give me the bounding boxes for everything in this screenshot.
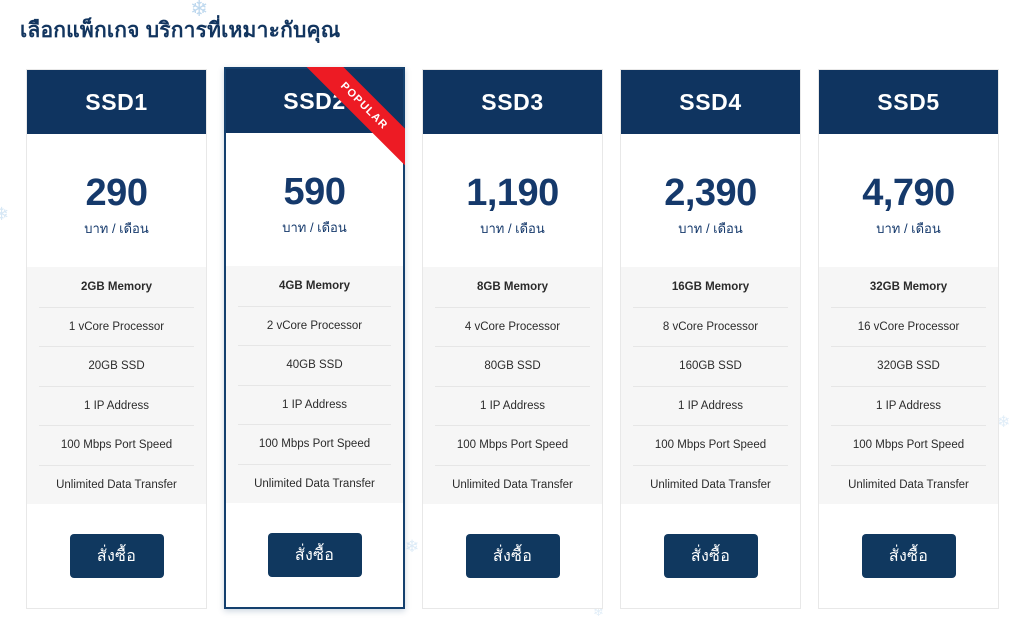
card-header: SSD1 — [27, 70, 206, 134]
feature-item: 8GB Memory — [477, 280, 548, 293]
price-amount: 4,790 — [862, 172, 955, 214]
plan-name: SSD1 — [85, 88, 148, 115]
card-header: SSD2 POPULAR — [226, 67, 405, 167]
card-header: SSD3 — [423, 70, 602, 134]
feature-item: 100 Mbps Port Speed — [633, 425, 788, 465]
feature-item: 1 IP Address — [435, 385, 590, 426]
feature-item: Unlimited Data Transfer — [39, 464, 194, 505]
ribbon-label: POPULAR — [338, 80, 390, 132]
buy-button[interactable]: สั่งซื้อ — [465, 534, 560, 578]
price-block: 290 บาท / เดือน — [27, 134, 206, 267]
feature-item: 320GB SSD — [831, 346, 986, 386]
feature-item: 80GB SSD — [435, 346, 590, 386]
feature-list: 16GB Memory 8 vCore Processor 160GB SSD 1 I… — [621, 267, 800, 504]
card-action-area: สั่งซื้อ — [423, 504, 602, 608]
price-unit: บาท / เดือน — [480, 221, 545, 236]
buy-button[interactable]: สั่งซื้อ — [663, 534, 758, 578]
page-title: เลือกแพ็กเกจ บริการที่เหมาะกับคุณ — [20, 19, 341, 42]
price-unit: บาท / เดือน — [678, 221, 743, 236]
feature-list: 32GB Memory 16 vCore Processor 320GB SSD 1 … — [819, 267, 998, 504]
price-block: 1,190 บาท / เดือน — [423, 134, 602, 267]
feature-item: 1 IP Address — [831, 385, 986, 426]
feature-item: Unlimited Data Transfer — [633, 464, 788, 505]
card-action-area: สั่งซื้อ — [226, 503, 403, 607]
feature-item: 100 Mbps Port Speed — [435, 425, 590, 465]
price-unit: บาท / เดือน — [876, 221, 941, 236]
feature-list: 4GB Memory 2 vCore Processor 40GB SSD 1 IP … — [226, 266, 403, 503]
feature-item: Unlimited Data Transfer — [435, 464, 590, 505]
feature-item: 1 IP Address — [238, 384, 391, 425]
price-amount: 1,190 — [466, 172, 559, 214]
card-header: SSD4 — [621, 70, 800, 134]
price-amount: 290 — [85, 172, 148, 214]
card-header: SSD5 — [819, 70, 998, 134]
feature-item: 100 Mbps Port Speed — [831, 425, 986, 465]
card-action-area: สั่งซื้อ — [27, 504, 206, 608]
feature-item: 100 Mbps Port Speed — [39, 425, 194, 465]
plan-name: SSD4 — [679, 88, 742, 115]
plan-name: SSD3 — [481, 88, 544, 115]
feature-item: 16 vCore Processor — [831, 306, 986, 347]
price-block: 2,390 บาท / เดือน — [621, 134, 800, 267]
price-block: 590 บาท / เดือน — [226, 133, 403, 266]
feature-list: 8GB Memory 4 vCore Processor 80GB SSD 1 IP … — [423, 267, 602, 504]
feature-item: 1 IP Address — [633, 385, 788, 426]
card-action-area: สั่งซื้อ — [621, 504, 800, 608]
pricing-card: SSD1 290 บาท / เดือน 2GB Memory 1 vCore Proc… — [26, 69, 207, 609]
feature-item: 1 IP Address — [39, 385, 194, 426]
feature-item: 2 vCore Processor — [238, 305, 391, 346]
feature-item: 20GB SSD — [39, 346, 194, 386]
feature-item: 8 vCore Processor — [633, 306, 788, 347]
price-amount: 590 — [283, 171, 346, 213]
pricing-card: SSD5 4,790 บาท / เดือน 32GB Memory 16 vCore … — [818, 69, 999, 609]
feature-item: 100 Mbps Port Speed — [238, 424, 391, 464]
pricing-card: SSD4 2,390 บาท / เดือน 16GB Memory 8 vCore P… — [620, 69, 801, 609]
feature-item: 4 vCore Processor — [435, 306, 590, 347]
plan-name: SSD5 — [877, 88, 940, 115]
feature-list: 2GB Memory 1 vCore Processor 20GB SSD 1 IP … — [27, 267, 206, 504]
pricing-card: SSD2 POPULAR 590 บาท / เดือน 4GB Memory 2 vCo… — [224, 67, 405, 609]
snowflake-icon: ❄ — [0, 204, 10, 224]
feature-item: 16GB Memory — [671, 280, 750, 293]
buy-button[interactable]: สั่งซื้อ — [267, 533, 362, 577]
feature-item: 1 vCore Processor — [39, 306, 194, 347]
card-action-area: สั่งซื้อ — [819, 504, 998, 608]
pricing-card: SSD3 1,190 บาท / เดือน 8GB Memory 4 vCore Pr… — [422, 69, 603, 609]
price-unit: บาท / เดือน — [282, 220, 347, 235]
feature-item: 4GB Memory — [279, 279, 350, 292]
pricing-plans-row: SSD1 290 บาท / เดือน 2GB Memory 1 vCore Proc… — [26, 67, 1016, 609]
plan-name: SSD2 — [283, 87, 346, 114]
feature-item: 160GB SSD — [633, 346, 788, 386]
price-amount: 2,390 — [664, 172, 757, 214]
buy-button[interactable]: สั่งซื้อ — [861, 534, 956, 578]
buy-button[interactable]: สั่งซื้อ — [69, 534, 164, 578]
feature-item: 32GB Memory — [869, 280, 948, 293]
feature-item: 40GB SSD — [238, 345, 391, 385]
feature-item: Unlimited Data Transfer — [238, 463, 391, 504]
feature-item: 2GB Memory — [81, 280, 152, 293]
feature-item: Unlimited Data Transfer — [831, 464, 986, 505]
price-block: 4,790 บาท / เดือน — [819, 134, 998, 267]
price-unit: บาท / เดือน — [84, 221, 149, 236]
